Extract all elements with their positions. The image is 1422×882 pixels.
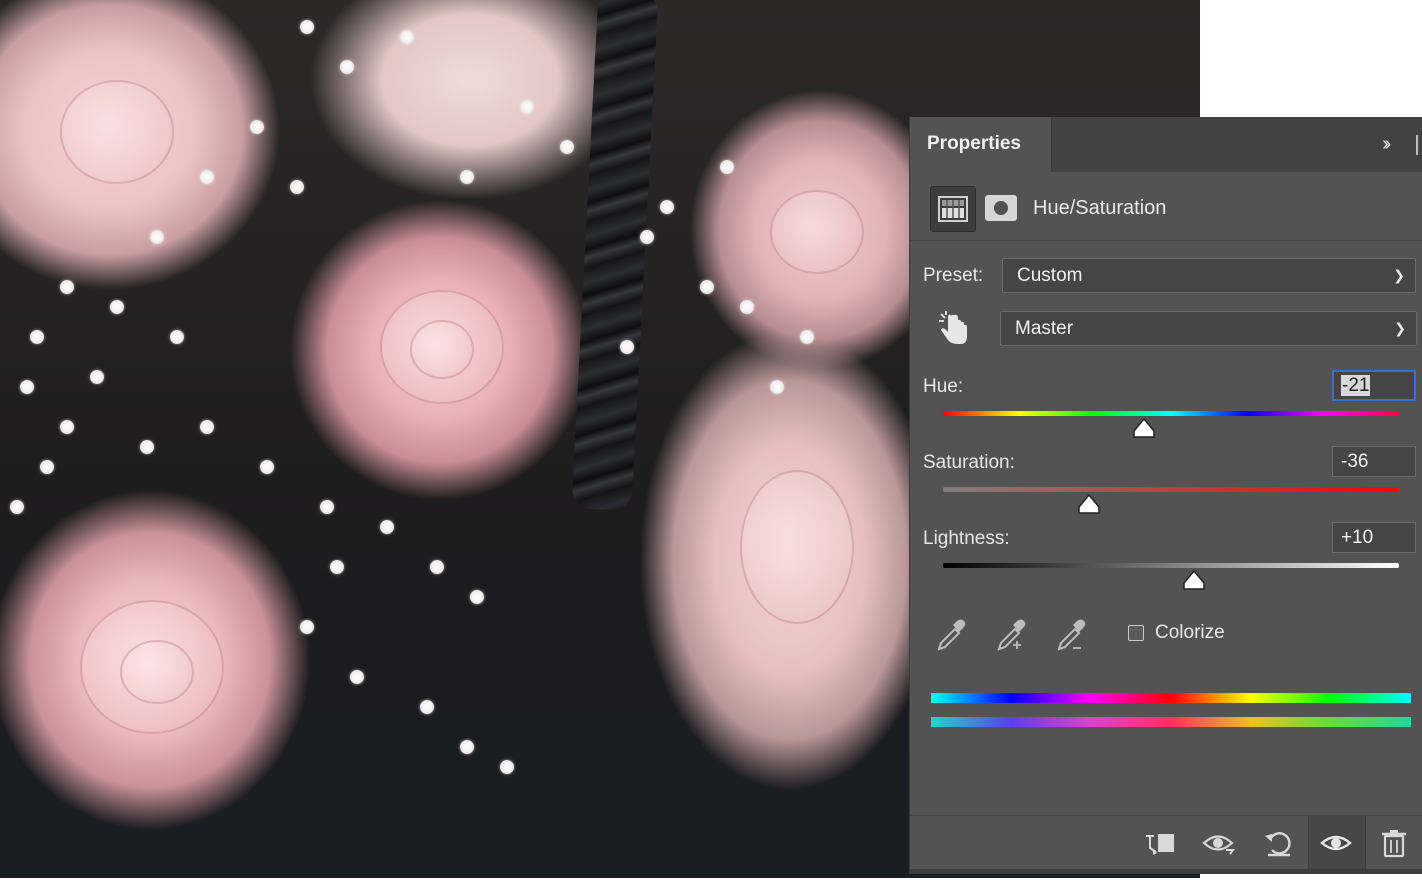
panel-divider (1416, 135, 1418, 155)
eyedropper-icon[interactable] (935, 615, 969, 653)
rose-center (120, 640, 194, 704)
babys-breath-blossom (250, 120, 264, 134)
babys-breath-blossom (350, 670, 364, 684)
babys-breath-blossom (30, 330, 44, 344)
chevron-down-icon: ❯ (1394, 320, 1406, 336)
babys-breath-blossom (500, 760, 514, 774)
hue-value: -21 (1341, 375, 1371, 396)
preset-label: Preset: (923, 265, 984, 286)
babys-breath-blossom (300, 20, 314, 34)
babys-breath-blossom (330, 560, 344, 574)
panel-title: Properties (927, 133, 1021, 154)
babys-breath-blossom (150, 230, 164, 244)
canvas-background (1200, 0, 1422, 117)
babys-breath-blossom (660, 200, 674, 214)
reset-icon[interactable] (1260, 828, 1296, 858)
babys-breath-blossom (60, 420, 74, 434)
babys-breath-blossom (200, 170, 214, 184)
babys-breath-blossom (640, 230, 654, 244)
babys-breath-blossom (340, 60, 354, 74)
babys-breath-blossom (290, 180, 304, 194)
hue-slider-thumb[interactable] (1132, 417, 1156, 439)
basket-handle (571, 0, 659, 512)
view-previous-state-icon[interactable] (1200, 828, 1236, 858)
panel-tab-bar: Properties ›› (910, 117, 1422, 172)
babys-breath-blossom (90, 370, 104, 384)
hue-label: Hue: (923, 376, 964, 397)
babys-breath-blossom (470, 590, 484, 604)
saturation-label: Saturation: (923, 452, 1015, 473)
colorize-checkbox[interactable] (1128, 625, 1144, 641)
rose-center (60, 80, 174, 184)
trash-icon[interactable] (1376, 828, 1412, 858)
babys-breath-blossom (720, 160, 734, 174)
babys-breath-blossom (620, 340, 634, 354)
layer-mask-icon[interactable] (985, 195, 1017, 221)
hue-saturation-adjustment-icon (938, 196, 968, 222)
channel-value: Master (1015, 318, 1074, 339)
babys-breath-blossom (560, 140, 574, 154)
saturation-slider-thumb[interactable] (1077, 493, 1101, 515)
babys-breath-blossom (400, 30, 414, 44)
babys-breath-blossom (20, 380, 34, 394)
lightness-slider-thumb[interactable] (1182, 569, 1206, 591)
babys-breath-blossom (10, 500, 24, 514)
panel-bottom-edge (910, 869, 1422, 874)
eyedropper-add-icon[interactable] (995, 615, 1029, 653)
panel-footer (910, 815, 1422, 870)
hue-slider-track[interactable] (943, 411, 1399, 416)
babys-breath-blossom (110, 300, 124, 314)
eyedropper-subtract-icon[interactable] (1055, 615, 1089, 653)
lightness-input[interactable]: +10 (1332, 522, 1416, 553)
babys-breath-blossom (380, 520, 394, 534)
babys-breath-blossom (320, 500, 334, 514)
input-color-bar (931, 693, 1411, 703)
visibility-eye-icon[interactable] (1318, 828, 1354, 858)
babys-breath-blossom (460, 170, 474, 184)
channel-dropdown[interactable]: Master ❯ (1000, 311, 1417, 346)
double-chevron-right-icon[interactable]: ›› (1382, 133, 1392, 156)
adjustment-icon-button[interactable] (930, 186, 976, 232)
babys-breath-blossom (770, 380, 784, 394)
babys-breath-blossom (200, 420, 214, 434)
babys-breath-blossom (60, 280, 74, 294)
clip-to-layer-icon[interactable] (1142, 828, 1178, 858)
babys-breath-blossom (800, 330, 814, 344)
babys-breath-blossom (260, 460, 274, 474)
targeted-adjustment-hand-icon[interactable] (936, 310, 970, 346)
saturation-slider-track[interactable] (943, 487, 1399, 492)
colorize-label: Colorize (1155, 622, 1225, 643)
babys-breath-blossom (460, 740, 474, 754)
rose-center (740, 470, 854, 624)
babys-breath-blossom (740, 300, 754, 314)
properties-panel: Properties ›› Hue/Saturation Preset: Cus… (909, 117, 1422, 874)
babys-breath-blossom (430, 560, 444, 574)
output-color-bar (931, 717, 1411, 727)
babys-breath-blossom (40, 460, 54, 474)
babys-breath-blossom (520, 100, 534, 114)
lightness-slider-track[interactable] (943, 563, 1399, 568)
babys-breath-blossom (140, 440, 154, 454)
tab-properties[interactable]: Properties (910, 117, 1052, 172)
saturation-input[interactable]: -36 (1332, 446, 1416, 477)
babys-breath-blossom (170, 330, 184, 344)
hue-input[interactable]: -21 (1332, 370, 1416, 401)
preset-value: Custom (1017, 265, 1083, 286)
chevron-down-icon: ❯ (1393, 267, 1405, 283)
lightness-label: Lightness: (923, 528, 1010, 549)
babys-breath-blossom (300, 620, 314, 634)
babys-breath-blossom (700, 280, 714, 294)
adjustment-name: Hue/Saturation (1033, 197, 1167, 219)
adjustment-header: Hue/Saturation (910, 172, 1422, 241)
rose-center (770, 190, 864, 274)
rose-center (410, 320, 474, 379)
preset-dropdown[interactable]: Custom ❯ (1002, 258, 1416, 293)
babys-breath-blossom (420, 700, 434, 714)
